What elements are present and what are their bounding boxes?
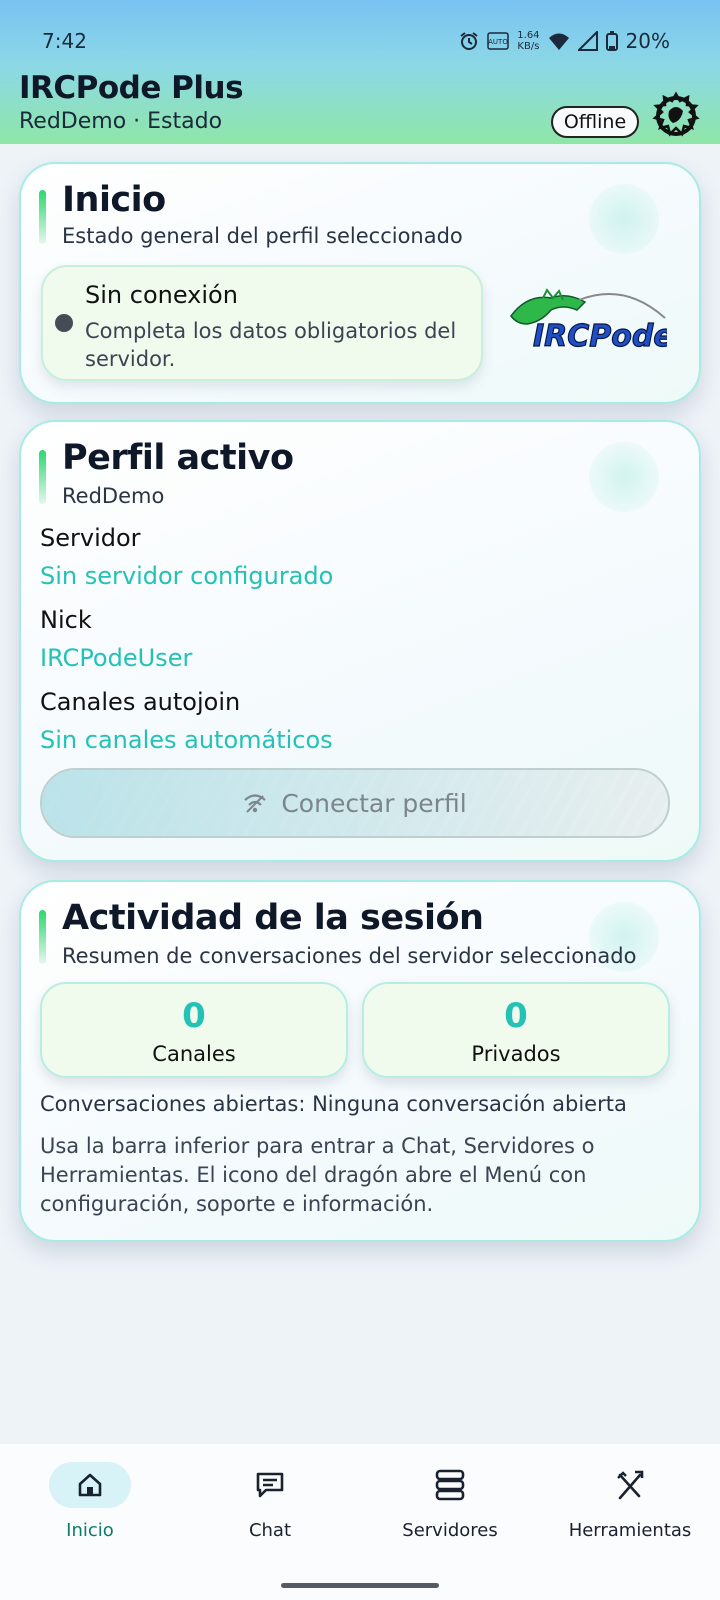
card-glow (589, 442, 659, 512)
perfil-subtitle: RedDemo (62, 484, 165, 508)
help-text: Usa la barra inferior para entrar a Chat… (40, 1134, 595, 1216)
actividad-title: Actividad de la sesión (62, 898, 484, 938)
card-glow (589, 184, 659, 254)
app-bar: 7:42 AUTO 1.64 KB/s 20% IRCPode Plus Red… (0, 0, 720, 144)
connection-status-badge[interactable]: Offline (551, 106, 639, 138)
autojoin-value: Sin canales automáticos (40, 726, 333, 754)
nav-icon-container (409, 1462, 491, 1508)
nav-item-herramientas[interactable]: Herramientas (540, 1462, 720, 1562)
dragon-icon[interactable] (651, 89, 701, 139)
nav-item-inicio[interactable]: Inicio (0, 1462, 180, 1562)
logo-text: IRCPode (533, 319, 667, 354)
home-icon (78, 1473, 102, 1497)
signal-icon (577, 31, 598, 51)
autojoin-label: Canales autojoin (40, 688, 241, 716)
canales-count: 0 (182, 996, 206, 1036)
nav-icon-container (49, 1462, 131, 1508)
speed-value: 1.64 (517, 30, 540, 41)
servers-icon (435, 1469, 465, 1501)
ircpode-logo: IRCPode (510, 288, 667, 354)
canales-label: Canales (152, 1042, 236, 1066)
canales-stat[interactable]: 0 Canales (40, 982, 348, 1078)
wifi-icon (548, 33, 569, 50)
svg-text:AUTO: AUTO (488, 38, 508, 46)
connect-button-content: Conectar perfil (243, 788, 467, 818)
nick-value: IRCPodeUser (40, 644, 193, 672)
actividad-card: Actividad de la sesión Resumen de conver… (19, 880, 701, 1242)
nav-icon-container (229, 1462, 311, 1508)
card-accent (39, 190, 46, 244)
perfil-title: Perfil activo (62, 438, 294, 478)
nav-label-chat: Chat (248, 1520, 292, 1541)
status-icons: AUTO 1.64 KB/s 20% (459, 29, 670, 53)
nick-label: Nick (40, 606, 92, 634)
battery-icon (605, 31, 618, 51)
app-subtitle: RedDemo · Estado (19, 109, 223, 134)
open-conversations-text: Conversaciones abiertas: Ninguna convers… (40, 1092, 627, 1116)
connection-status-box: Sin conexión Completa los datos obligato… (41, 265, 483, 381)
status-time: 7:42 (42, 29, 87, 53)
bottom-nav: Inicio Chat Servidores Herramientas (0, 1444, 720, 1600)
connection-status-description: Completa los datos obligatorios del serv… (85, 319, 457, 371)
app-title: IRCPode Plus (19, 70, 244, 106)
auto-icon: AUTO (487, 32, 510, 50)
alarm-icon (460, 32, 478, 50)
privados-count: 0 (504, 996, 528, 1036)
nav-item-chat[interactable]: Chat (180, 1462, 360, 1562)
nav-item-servidores[interactable]: Servidores (360, 1462, 540, 1562)
nav-label-inicio: Inicio (66, 1520, 114, 1541)
connect-button-label: Conectar perfil (281, 788, 467, 818)
connect-profile-button[interactable]: Conectar perfil (40, 768, 670, 838)
privados-stat[interactable]: 0 Privados (362, 982, 670, 1078)
nav-label-herramientas: Herramientas (568, 1520, 692, 1541)
nav-label-servidores: Servidores (402, 1520, 498, 1541)
card-accent (39, 910, 46, 964)
perfil-card: Perfil activo RedDemo Servidor Sin servi… (19, 420, 701, 862)
status-dot (55, 314, 73, 332)
nav-icon-container (589, 1462, 671, 1508)
speed-unit: KB/s (517, 41, 540, 52)
connect-signal-icon (244, 794, 267, 813)
chat-icon (256, 1472, 284, 1498)
card-accent (39, 450, 46, 504)
network-speed: 1.64 KB/s (517, 30, 539, 52)
inicio-subtitle: Estado general del perfil seleccionado (62, 224, 463, 248)
home-indicator[interactable] (281, 1583, 439, 1588)
inicio-card: Inicio Estado general del perfil selecci… (19, 162, 701, 404)
battery-level: 20% (625, 29, 670, 53)
tools-icon (617, 1470, 644, 1500)
connection-status-title: Sin conexión (85, 281, 238, 309)
privados-label: Privados (471, 1042, 561, 1066)
server-label: Servidor (40, 524, 141, 552)
inicio-title: Inicio (62, 180, 166, 220)
server-value: Sin servidor configurado (40, 562, 334, 590)
actividad-subtitle: Resumen de conversaciones del servidor s… (62, 944, 637, 968)
